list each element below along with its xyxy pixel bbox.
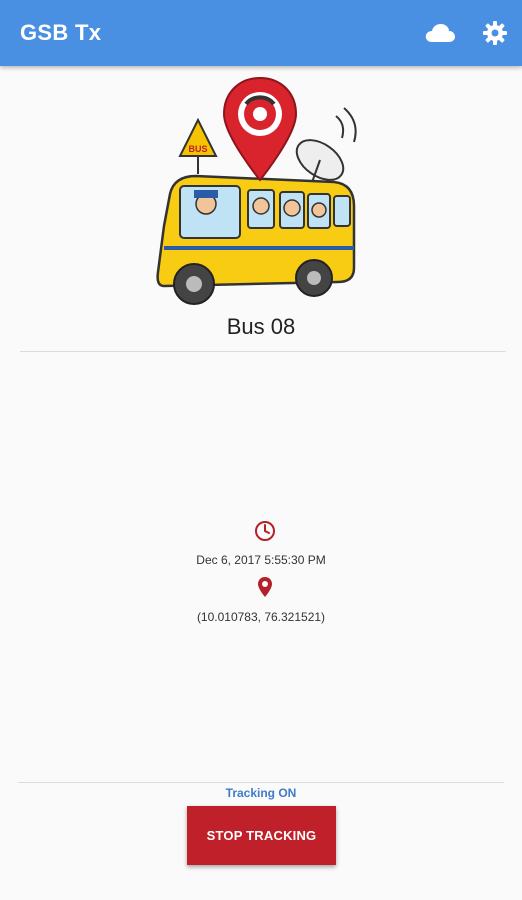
coordinates-text: (10.010783, 76.321521) [196, 610, 326, 624]
svg-text:BUS: BUS [188, 144, 207, 154]
stop-tracking-button[interactable]: STOP TRACKING [187, 806, 336, 865]
timestamp-text: Dec 6, 2017 5:55:30 PM [196, 553, 326, 567]
divider [18, 782, 504, 783]
gear-icon[interactable] [482, 20, 508, 46]
location-pin-icon [257, 576, 273, 598]
cloud-icon[interactable] [424, 20, 456, 46]
tracking-status: Tracking ON [225, 786, 297, 800]
school-bus-illustration: BUS [150, 76, 370, 308]
app-bar: GSB Tx [0, 0, 522, 66]
clock-icon [254, 520, 276, 542]
bus-name: Bus 08 [226, 314, 296, 339]
app-title: GSB Tx [20, 20, 102, 45]
divider [20, 351, 506, 352]
